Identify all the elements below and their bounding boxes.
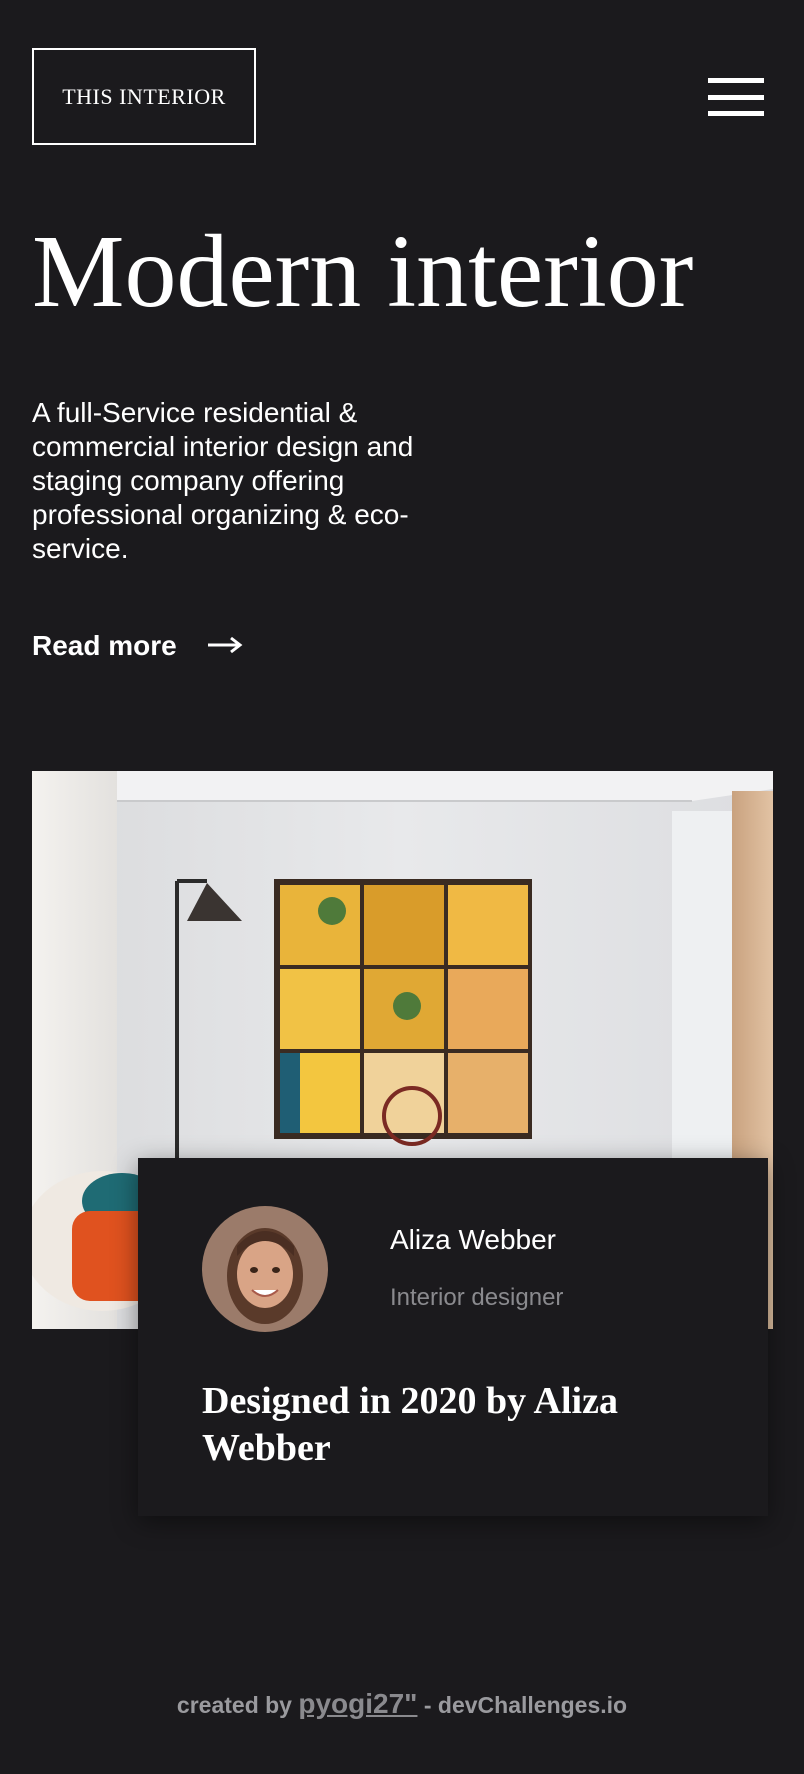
hero-title: Modern interior [32, 214, 694, 329]
hamburger-icon[interactable] [708, 78, 764, 116]
logo[interactable]: THIS INTERIOR [32, 48, 256, 145]
card-title: Designed in 2020 by Aliza Webber [202, 1380, 618, 1469]
author-name: Aliza Webber [390, 1224, 557, 1255]
menu-line-middle [708, 94, 764, 100]
read-more-link[interactable]: Read more [32, 630, 243, 662]
arrow-right-svg [207, 636, 243, 654]
logo-text: THIS INTERIOR [62, 83, 226, 109]
wall-art [274, 879, 532, 1146]
author-role: Interior designer [390, 1284, 564, 1311]
footer: created by pyogi27" - devChallenges.io [0, 1688, 804, 1720]
read-more-label: Read more [32, 630, 177, 661]
footer-prefix: created by [176, 1692, 292, 1718]
avatar-illustration [202, 1206, 328, 1332]
footer-suffix: - devChallenges.io [423, 1692, 628, 1718]
avatar [202, 1206, 328, 1332]
menu-line-bottom [708, 111, 764, 116]
hero-description: A full-Service residential & commercial … [32, 397, 414, 564]
designer-card: Aliza Webber Interior designer Designed … [138, 1158, 768, 1516]
menu-line-top [708, 78, 764, 83]
arrow-right-icon [207, 630, 243, 662]
footer-author-link[interactable]: pyogi27" [298, 1688, 417, 1719]
